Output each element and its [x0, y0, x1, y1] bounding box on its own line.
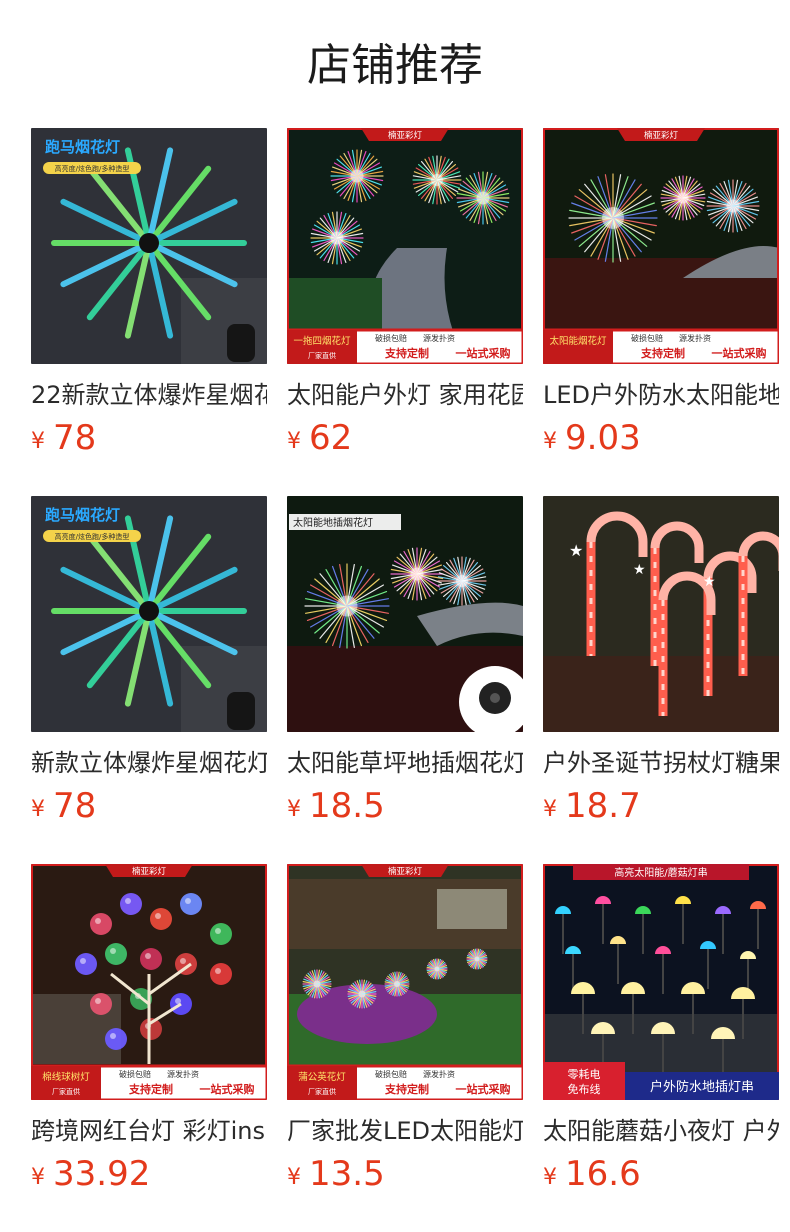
product-price: ¥18.7 — [543, 786, 641, 826]
product-image[interactable]: 楠亚彩灯 太阳能烟花灯 破损包赔 源发扑资 支持定制 一站式采购 — [543, 128, 779, 364]
currency-symbol: ¥ — [31, 1165, 45, 1190]
image-caption-text: 源发扑资 — [423, 333, 455, 343]
image-caption-text: 破损包赔 — [119, 1069, 151, 1079]
product-card[interactable]: 跑马烟花灯 高亮度/炫色跑/多种造型 22新款立体爆炸星烟花灯 ¥78 — [31, 128, 267, 458]
svg-text:★: ★ — [569, 543, 583, 560]
image-caption-banner: 楠亚彩灯 — [644, 130, 679, 141]
product-image[interactable]: 高亮太阳能/蘑菇灯串 零耗电 免布线 户外防水地插灯串 — [543, 864, 779, 1100]
image-caption-tag: 一拖四烟花灯 — [293, 335, 351, 347]
product-image[interactable]: 跑马烟花灯 高亮度/炫色跑/多种造型 — [31, 128, 267, 364]
image-caption-banner: 楠亚彩灯 — [132, 866, 167, 877]
product-title[interactable]: 22新款立体爆炸星烟花灯 — [31, 378, 267, 412]
product-card[interactable]: 楠亚彩灯 蒲公英花灯 厂家直供 破损包赔 源发扑资 支持定制 一站式采购厂家批发… — [287, 864, 523, 1194]
price-value: 9.03 — [565, 418, 641, 458]
image-caption-text: 支持定制 — [384, 346, 429, 360]
image-caption-text: 一站式采购 — [456, 346, 511, 360]
product-image[interactable]: 楠亚彩灯 棉线球树灯 厂家直供 破损包赔 源发扑资 支持定制 一站式采购 — [31, 864, 267, 1100]
product-price: ¥78 — [31, 418, 96, 458]
image-caption-text: 源发扑资 — [167, 1069, 199, 1079]
currency-symbol: ¥ — [31, 797, 45, 822]
product-image[interactable]: ★ ★ ★ — [543, 496, 779, 732]
currency-symbol: ¥ — [287, 1165, 301, 1190]
product-image[interactable]: 楠亚彩灯 蒲公英花灯 厂家直供 破损包赔 源发扑资 支持定制 一站式采购 — [287, 864, 523, 1100]
price-value: 16.6 — [565, 1154, 641, 1194]
price-value: 78 — [53, 786, 97, 826]
image-caption-tag: 棉线球树灯 — [42, 1071, 90, 1083]
image-caption-tag: 蒲公英花灯 — [298, 1071, 346, 1083]
product-price: ¥16.6 — [543, 1154, 641, 1194]
page-title: 店铺推荐 — [307, 40, 483, 91]
product-card[interactable]: 楠亚彩灯 太阳能烟花灯 破损包赔 源发扑资 支持定制 一站式采购 LED户外防水太… — [543, 128, 779, 458]
product-card[interactable]: 高亮太阳能/蘑菇灯串 零耗电 免布线 户外防水地插灯串太阳能蘑菇小夜灯 户外 ¥1… — [543, 864, 779, 1194]
image-caption-text: 源发扑资 — [679, 333, 711, 343]
svg-text:★: ★ — [703, 573, 716, 589]
price-value: 78 — [53, 418, 97, 458]
image-caption-sub: 高亮度/炫色跑/多种造型 — [55, 532, 130, 541]
image-caption-badge: 厂家直供 — [308, 1087, 336, 1096]
product-title[interactable]: LED户外防水太阳能地插灯 — [543, 378, 779, 412]
product-price: ¥62 — [287, 418, 352, 458]
image-caption-tag: 太阳能烟花灯 — [549, 335, 607, 347]
image-caption-text: 破损包赔 — [375, 1069, 407, 1079]
product-title[interactable]: 户外圣诞节拐杖灯糖果 — [543, 746, 779, 780]
product-image[interactable]: 跑马烟花灯 高亮度/炫色跑/多种造型 — [31, 496, 267, 732]
product-card[interactable]: ★ ★ ★ 户外圣诞节拐杖灯糖果 ¥18.7 — [543, 496, 779, 826]
image-caption-badge: 厂家直供 — [52, 1087, 80, 1096]
price-value: 18.7 — [565, 786, 641, 826]
image-caption-badge: 厂家直供 — [308, 351, 336, 360]
product-price: ¥9.03 — [543, 418, 641, 458]
product-image[interactable]: 太阳能地插烟花灯 — [287, 496, 523, 732]
product-card[interactable]: 跑马烟花灯 高亮度/炫色跑/多种造型新款立体爆炸星烟花灯 ¥78 — [31, 496, 267, 826]
image-caption-banner: 楠亚彩灯 — [388, 866, 423, 877]
image-caption-banner: 高亮太阳能/蘑菇灯串 — [614, 866, 707, 879]
currency-symbol: ¥ — [543, 429, 557, 454]
svg-text:★: ★ — [633, 561, 646, 577]
product-price: ¥18.5 — [287, 786, 385, 826]
image-caption-strip: 户外防水地插灯串 — [650, 1079, 754, 1095]
product-price: ¥33.92 — [31, 1154, 150, 1194]
currency-symbol: ¥ — [287, 797, 301, 822]
product-price: ¥13.5 — [287, 1154, 385, 1194]
image-caption-title: 跑马烟花灯 — [45, 506, 120, 524]
currency-symbol: ¥ — [287, 429, 301, 454]
product-title[interactable]: 跨境网红台灯 彩灯ins — [31, 1114, 267, 1148]
image-caption-title: 跑马烟花灯 — [45, 138, 120, 156]
image-caption-text: 源发扑资 — [423, 1069, 455, 1079]
product-title[interactable]: 太阳能户外灯 家用花园 — [287, 378, 523, 412]
product-title[interactable]: 太阳能蘑菇小夜灯 户外 — [543, 1114, 779, 1148]
image-caption-banner: 楠亚彩灯 — [388, 130, 423, 141]
image-caption-text: 支持定制 — [128, 1082, 173, 1096]
price-value: 18.5 — [309, 786, 385, 826]
product-price: ¥78 — [31, 786, 96, 826]
image-caption-text: 破损包赔 — [375, 333, 407, 343]
image-caption-text: 支持定制 — [640, 346, 685, 360]
image-caption-tag: 零耗电 — [568, 1068, 601, 1081]
image-caption-text: 支持定制 — [384, 1082, 429, 1096]
price-value: 13.5 — [309, 1154, 385, 1194]
product-card[interactable]: 楠亚彩灯 一拖四烟花灯 厂家直供 破损包赔 源发扑资 支持定制 一站式采购太阳能… — [287, 128, 523, 458]
currency-symbol: ¥ — [543, 1165, 557, 1190]
image-caption-corner: 太阳能地插烟花灯 — [293, 516, 373, 529]
product-title[interactable]: 太阳能草坪地插烟花灯 — [287, 746, 523, 780]
price-value: 62 — [309, 418, 353, 458]
product-title[interactable]: 新款立体爆炸星烟花灯 — [31, 746, 267, 780]
image-caption-text: 一站式采购 — [456, 1082, 511, 1096]
image-caption-text: 一站式采购 — [712, 346, 767, 360]
product-title[interactable]: 厂家批发LED太阳能灯 — [287, 1114, 523, 1148]
product-card[interactable]: 楠亚彩灯 棉线球树灯 厂家直供 破损包赔 源发扑资 支持定制 一站式采购跨境网红… — [31, 864, 267, 1194]
image-caption-text: 一站式采购 — [200, 1082, 255, 1096]
product-image[interactable]: 楠亚彩灯 一拖四烟花灯 厂家直供 破损包赔 源发扑资 支持定制 一站式采购 — [287, 128, 523, 364]
price-value: 33.92 — [53, 1154, 151, 1194]
currency-symbol: ¥ — [31, 429, 45, 454]
currency-symbol: ¥ — [543, 797, 557, 822]
image-caption-tag: 免布线 — [568, 1082, 601, 1096]
image-caption-text: 破损包赔 — [631, 333, 663, 343]
image-caption-sub: 高亮度/炫色跑/多种造型 — [55, 164, 130, 173]
product-card[interactable]: 太阳能地插烟花灯 太阳能草坪地插烟花灯 ¥18.5 — [287, 496, 523, 826]
